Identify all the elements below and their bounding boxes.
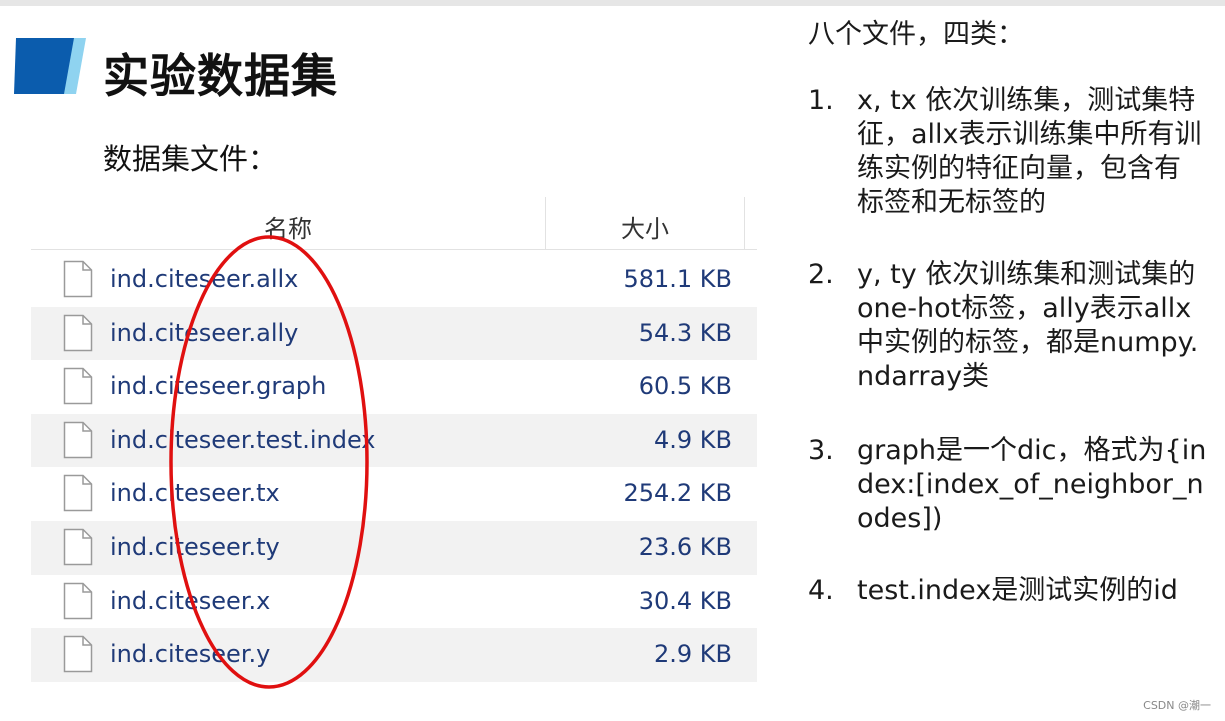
note-text: graph是一个dic，格式为{index:[index_of_neighbor… bbox=[857, 435, 1207, 534]
slide-title: 实验数据集 bbox=[103, 49, 338, 103]
file-row[interactable]: ind.citeseer.test.index 4.9 KB bbox=[31, 413, 757, 468]
file-size: 2.9 KB bbox=[654, 640, 732, 669]
file-row[interactable]: ind.citeseer.allx 581.1 KB bbox=[31, 253, 757, 307]
file-row[interactable]: ind.citeseer.y 2.9 KB bbox=[31, 628, 757, 682]
column-header-name[interactable]: 名称 bbox=[31, 197, 546, 249]
file-name: ind.citeseer.ty bbox=[110, 532, 280, 561]
document-icon bbox=[63, 582, 93, 619]
file-size: 60.5 KB bbox=[638, 372, 732, 401]
file-size: 254.2 KB bbox=[623, 479, 732, 508]
note-text: test.index是测试实例的id bbox=[857, 575, 1178, 606]
file-size: 4.9 KB bbox=[654, 425, 732, 454]
file-row[interactable]: ind.citeseer.x 30.4 KB bbox=[31, 575, 757, 629]
file-row[interactable]: ind.citeseer.tx 254.2 KB bbox=[31, 467, 757, 521]
file-name: ind.citeseer.test.index bbox=[110, 425, 376, 454]
file-size: 23.6 KB bbox=[638, 532, 732, 561]
document-icon bbox=[63, 421, 93, 459]
file-size: 30.4 KB bbox=[638, 586, 732, 615]
column-header-size[interactable]: 大小 bbox=[546, 197, 745, 249]
file-name: ind.citeseer.x bbox=[110, 586, 271, 615]
document-icon bbox=[63, 314, 93, 351]
file-size: 54.3 KB bbox=[638, 318, 732, 347]
file-row[interactable]: ind.citeseer.ty 23.6 KB bbox=[31, 520, 757, 575]
file-size: 581.1 KB bbox=[623, 265, 732, 293]
note-number: 2. bbox=[808, 259, 834, 290]
note-number: 4. bbox=[808, 575, 834, 606]
note-text: x, tx 依次训练集，测试集特征，allx表示训练集中所有训练实例的特征向量，… bbox=[857, 85, 1202, 218]
document-icon bbox=[63, 635, 93, 673]
title-accent-icon bbox=[14, 38, 86, 94]
file-name: ind.citeseer.y bbox=[110, 640, 271, 669]
top-border bbox=[0, 0, 1225, 6]
note-number: 3. bbox=[808, 435, 834, 466]
file-rows: ind.citeseer.allx 581.1 KB ind.citeseer.al… bbox=[31, 253, 757, 682]
notes-heading: 八个文件，四类： bbox=[808, 19, 1024, 50]
file-list-header: 名称 大小 bbox=[31, 197, 757, 250]
file-name: ind.citeseer.ally bbox=[110, 318, 299, 347]
file-row[interactable]: ind.citeseer.ally 54.3 KB bbox=[31, 306, 757, 361]
document-icon bbox=[63, 528, 93, 566]
note-text: y, ty 依次训练集和测试集的one-hot标签，ally表示allx中实例的… bbox=[857, 259, 1199, 392]
file-name: ind.citeseer.tx bbox=[110, 479, 280, 508]
watermark: CSDN @潮一 bbox=[1143, 699, 1211, 712]
file-name: ind.citeseer.allx bbox=[110, 265, 299, 293]
document-icon bbox=[63, 260, 93, 298]
document-icon bbox=[63, 475, 93, 512]
document-icon bbox=[63, 367, 93, 405]
file-row[interactable]: ind.citeseer.graph 60.5 KB bbox=[31, 360, 757, 414]
section-subtitle: 数据集文件： bbox=[103, 142, 278, 176]
note-number: 1. bbox=[808, 85, 834, 116]
file-name: ind.citeseer.graph bbox=[110, 372, 327, 401]
file-list: 名称 大小 ind.citeseer.allx 581.1 KB ind.cites… bbox=[31, 197, 757, 682]
